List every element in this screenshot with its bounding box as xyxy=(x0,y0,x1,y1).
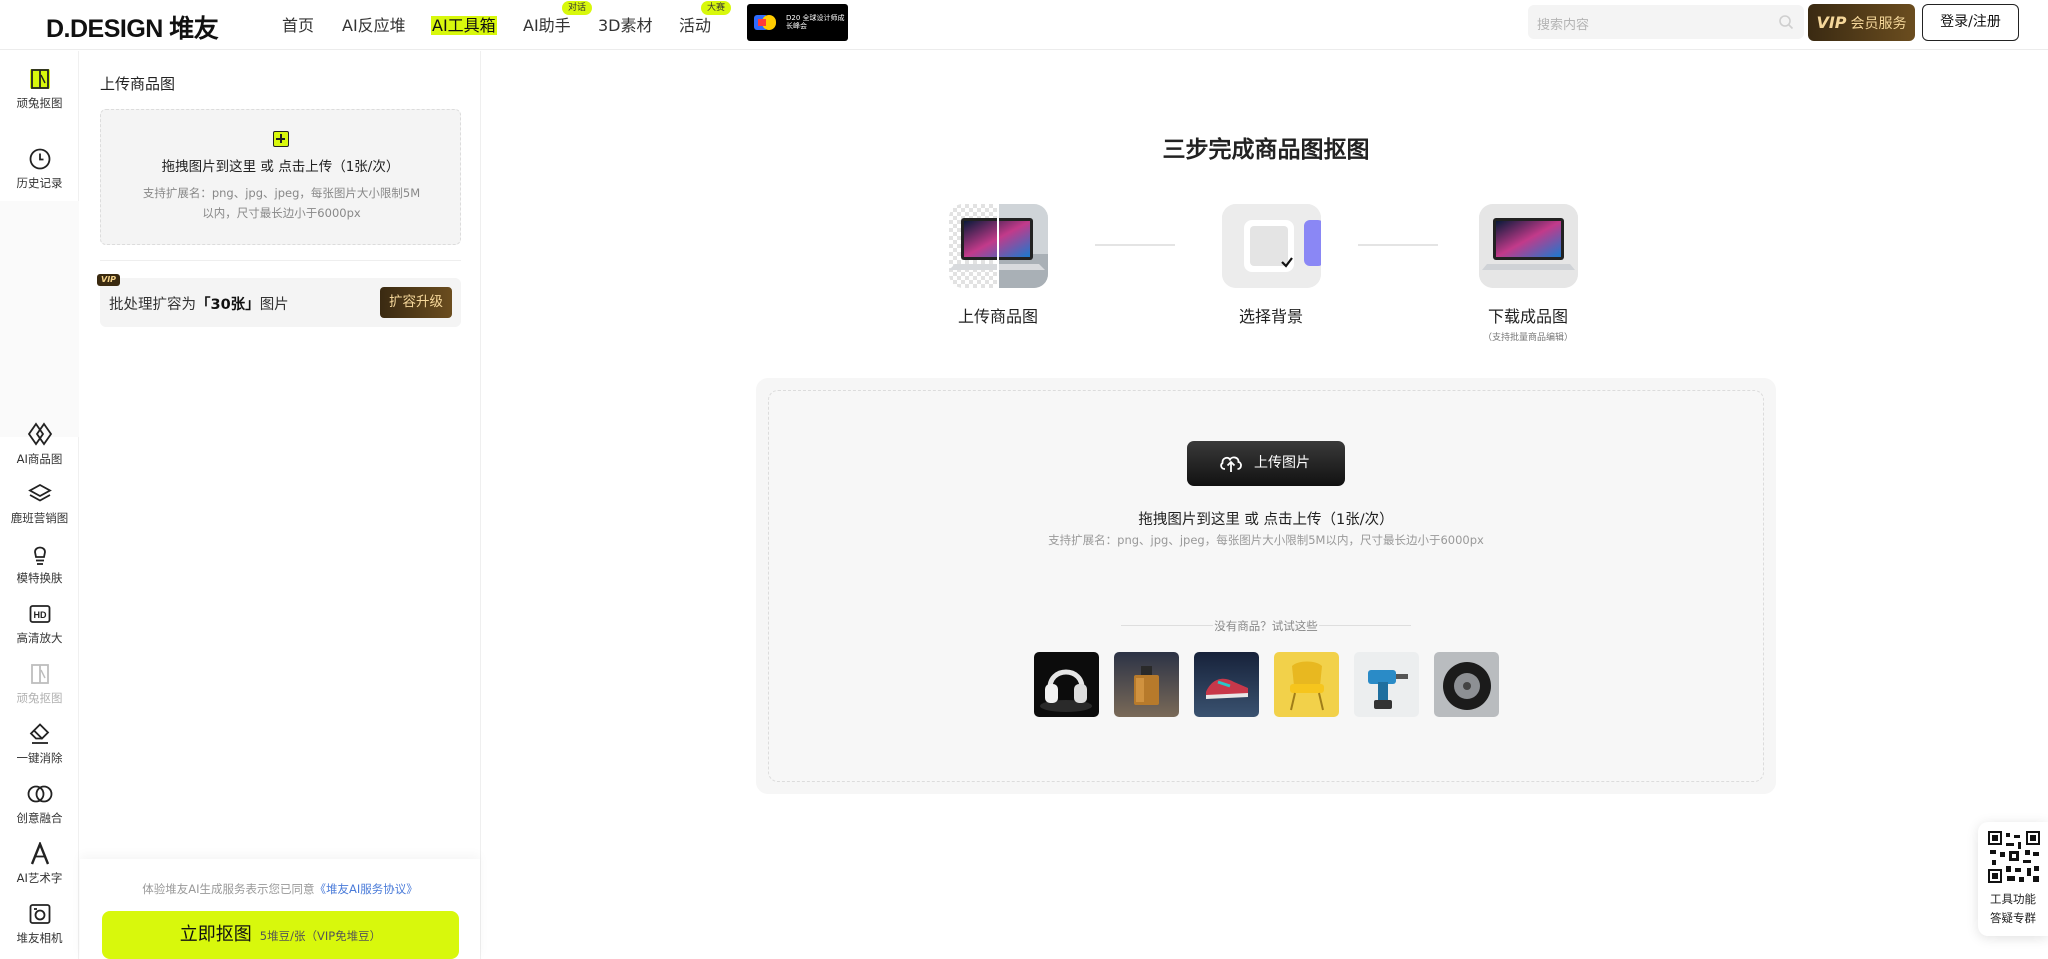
svg-text:HD: HD xyxy=(33,610,46,620)
top-navigation-bar: D.DESIGN 堆友 首页 AI反应堆 AI工具箱 AI助手 对话 3D素材 … xyxy=(0,0,2048,50)
rail-item-creative-fusion[interactable]: 创意融合 xyxy=(0,782,79,826)
sample-headphones[interactable] xyxy=(1034,652,1099,717)
service-agreement-text: 体验堆友AI生成服务表示您已同意《堆友AI服务协议》 xyxy=(142,882,418,896)
step-download-label: 下载成品图 xyxy=(1487,307,1568,326)
try-samples-label: 没有商品？试试这些 xyxy=(1121,618,1411,633)
cost-text: 5堆豆/张（VIP免堆豆） xyxy=(259,929,382,943)
dropzone-instruction: 拖拽图片到这里 或 点击上传（1张/次） xyxy=(161,159,400,175)
vip-logo: VIP xyxy=(1816,13,1847,32)
step-connector xyxy=(1358,244,1438,246)
batch-upgrade-banner: VIP 批处理扩容为「30张」图片 扩容升级 xyxy=(97,274,461,327)
main-dropzone-instruction: 拖拽图片到这里 或 点击上传（1张/次） xyxy=(1138,512,1394,528)
service-agreement-link[interactable]: 《堆友AI服务协议》 xyxy=(315,882,418,896)
divider xyxy=(100,260,461,261)
rail-item-ai-art-text[interactable]: AI艺术字 xyxy=(0,842,79,886)
vip-tag: VIP xyxy=(97,274,121,286)
sample-tire[interactable] xyxy=(1434,652,1499,717)
rail-item-model-swap[interactable]: 模特换肤 xyxy=(0,542,79,586)
tool-sidebar: 顽兔抠图 历史记录 AI商品图 鹿班营销图 模特换肤 HD 高清放大 顽兔抠图 … xyxy=(0,51,79,959)
search-placeholder: 搜索内容 xyxy=(1537,18,1590,33)
nav-events[interactable]: 活动 大赛 xyxy=(679,1,732,36)
layers-icon xyxy=(27,483,52,502)
cutout-icon xyxy=(30,664,49,684)
hd-icon: HD xyxy=(29,605,50,623)
main-dropzone[interactable]: 上传图片 拖拽图片到这里 或 点击上传（1张/次） 支持扩展名：png、jpg、… xyxy=(768,390,1764,782)
upgrade-capacity-button[interactable]: 扩容升级 xyxy=(380,287,452,318)
nav-3d-assets[interactable]: 3D素材 xyxy=(598,12,653,36)
rail-item-cutout-secondary[interactable]: 顽兔抠图 xyxy=(0,662,79,706)
nav-ai-toolbox[interactable]: AI工具箱 xyxy=(431,12,497,36)
promo-banner[interactable]: D20 全球设计师成长峰会 xyxy=(747,4,848,41)
upload-image-button[interactable]: 上传图片 xyxy=(1187,441,1345,486)
rail-item-camera[interactable]: 堆友相机 xyxy=(0,902,79,946)
nav-home[interactable]: 首页 xyxy=(282,12,314,36)
eraser-icon xyxy=(29,723,49,744)
clock-icon xyxy=(29,148,50,170)
art-text-icon xyxy=(30,842,49,865)
search-box[interactable]: 搜索内容 xyxy=(1528,5,1804,39)
step-download: 下载成品图 （支持批量商品编辑） xyxy=(1438,204,1618,343)
camera-icon xyxy=(29,904,50,924)
sample-perfume[interactable] xyxy=(1114,652,1179,717)
steps-title: 三步完成商品图抠图 xyxy=(1162,137,1370,163)
ai-product-icon xyxy=(27,422,52,446)
main-dropzone-hint: 支持扩展名：png、jpg、jpeg，每张图片大小限制5M以内，尺寸最长边小于6… xyxy=(1048,533,1484,547)
step-download-note: （支持批量商品编辑） xyxy=(1482,333,1573,343)
step-upload-image xyxy=(948,204,1048,288)
search-icon[interactable] xyxy=(1778,14,1794,30)
nav-badge-chat: 对话 xyxy=(562,1,593,15)
rail-item-cutout[interactable]: 顽兔抠图 xyxy=(0,67,79,111)
add-image-icon xyxy=(273,131,289,147)
support-group-widget[interactable]: 工具功能 答疑专群 xyxy=(1978,822,2048,936)
nav-ai-assistant[interactable]: AI助手 对话 xyxy=(523,1,593,36)
upload-dropzone[interactable]: 拖拽图片到这里 或 点击上传（1张/次） 支持扩展名：png、jpg、jpeg，… xyxy=(100,109,461,245)
promo-text: D20 全球设计师成长峰会 xyxy=(786,14,845,30)
start-cutout-button[interactable]: 立即抠图 5堆豆/张（VIP免堆豆） xyxy=(102,911,459,959)
login-register-button[interactable]: 登录/注册 xyxy=(1922,4,2019,41)
promo-logo-icon xyxy=(754,15,782,30)
support-group-label: 工具功能 答疑专群 xyxy=(1990,892,2036,925)
rail-item-luban-marketing[interactable]: 鹿班营销图 xyxy=(0,482,79,526)
sample-power-drill[interactable] xyxy=(1354,652,1419,717)
sample-yellow-chair[interactable] xyxy=(1274,652,1339,717)
cutout-icon xyxy=(29,69,50,89)
dropzone-hint: 支持扩展名：png、jpg、jpeg，每张图片大小限制5M 以内，尺寸最长边小于… xyxy=(142,186,421,220)
sample-sneaker[interactable] xyxy=(1194,652,1259,717)
step-background-label: 选择背景 xyxy=(1238,307,1303,326)
step-choose-background: 选择背景 xyxy=(1181,204,1361,327)
step-upload-label: 上传商品图 xyxy=(957,307,1038,326)
rail-item-ai-product[interactable]: AI商品图 xyxy=(0,421,79,467)
vip-membership-button[interactable]: VIP 会员服务 xyxy=(1808,4,1915,41)
qr-code-icon xyxy=(1987,830,2041,884)
model-icon xyxy=(33,546,46,565)
upload-stage: 上传图片 拖拽图片到这里 或 点击上传（1张/次） 支持扩展名：png、jpg、… xyxy=(756,378,1776,794)
panel-title: 上传商品图 xyxy=(100,75,176,93)
nav-badge-contest: 大赛 xyxy=(701,1,732,15)
batch-text: 批处理扩容为「30张」图片 xyxy=(109,297,289,313)
panel-footer: 体验堆友AI生成服务表示您已同意《堆友AI服务协议》 立即抠图 5堆豆/张（VIP… xyxy=(80,859,480,959)
site-logo[interactable]: D.DESIGN 堆友 xyxy=(46,9,219,45)
step-background-image xyxy=(1221,204,1321,288)
step-connector xyxy=(1095,244,1175,246)
step-upload: 上传商品图 xyxy=(908,204,1088,327)
cloud-upload-icon xyxy=(1220,456,1242,472)
fusion-icon xyxy=(27,785,52,803)
upload-panel: 上传商品图 拖拽图片到这里 或 点击上传（1张/次） 支持扩展名：png、jpg… xyxy=(80,51,481,959)
nav-ai-reactor[interactable]: AI反应堆 xyxy=(342,12,406,36)
rail-item-hd-upscale[interactable]: HD 高清放大 xyxy=(0,602,79,646)
rail-item-history[interactable]: 历史记录 xyxy=(0,147,79,191)
step-download-image xyxy=(1478,204,1578,288)
rail-item-one-click-erase[interactable]: 一键消除 xyxy=(0,722,79,766)
